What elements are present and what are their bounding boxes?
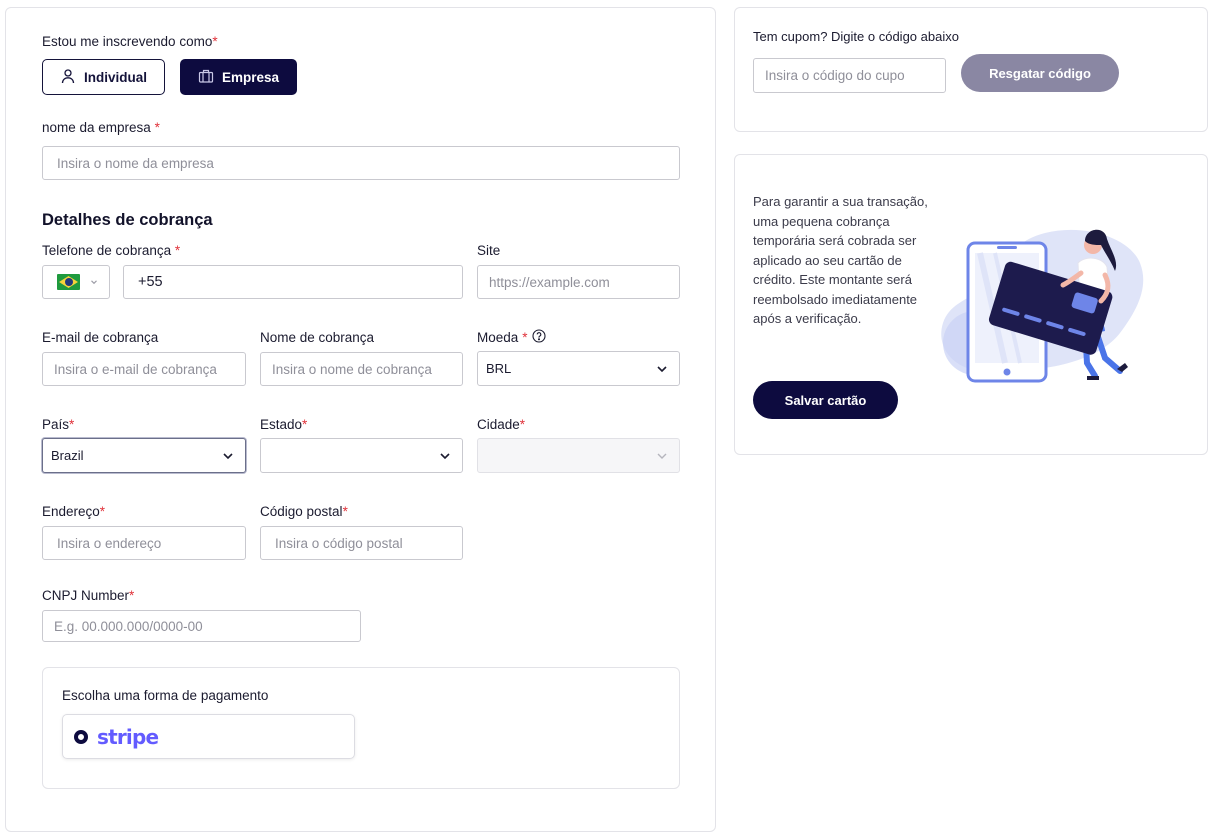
country-code-select[interactable] [42,265,110,299]
billing-details-title: Detalhes de cobrança [42,211,213,229]
chevron-down-icon [655,449,669,463]
stripe-logo: stripe [97,724,159,749]
address-input[interactable] [42,526,246,560]
country-select[interactable]: Brazil [42,438,246,473]
billing-email-input[interactable] [42,352,246,386]
redeem-code-button[interactable]: Resgatar código [961,54,1119,92]
credit-card-illustration [935,223,1150,383]
coupon-panel: Tem cupom? Digite o código abaixo Resgat… [734,7,1208,132]
payment-method-box: Escolha uma forma de pagamento stripe [42,667,680,789]
help-circle-icon[interactable] [531,329,546,346]
chevron-down-icon [655,362,669,376]
radio-selected-icon[interactable] [74,729,88,744]
individual-button[interactable]: Individual [42,59,165,95]
currency-select[interactable]: BRL [477,351,680,386]
cnpj-label: CNPJ Number* [42,588,135,603]
user-icon [60,68,76,87]
coupon-input[interactable] [753,58,946,93]
state-label: Estado* [260,417,308,432]
city-select[interactable] [477,438,680,473]
state-select[interactable] [260,438,463,473]
currency-label: Moeda * [477,329,546,346]
postal-code-label: Código postal* [260,504,348,519]
signup-type-label: Estou me inscrevendo como* [42,34,218,49]
company-name-input[interactable] [42,146,680,180]
chevron-down-icon [90,273,98,291]
billing-form-panel: Estou me inscrevendo como* Individual Em… [5,7,716,832]
country-label: País* [42,417,75,432]
postal-code-input[interactable] [260,526,463,560]
briefcase-icon [198,68,214,87]
chevron-down-icon [221,449,235,463]
card-info-text: Para garantir a sua transação, uma peque… [753,194,928,326]
brazil-flag-icon [57,274,80,290]
chevron-down-icon [438,449,452,463]
billing-name-input[interactable] [260,352,463,386]
cnpj-input[interactable] [42,610,361,642]
billing-phone-input[interactable] [123,265,463,299]
billing-email-label: E-mail de cobrança [42,330,159,345]
billing-phone-label: Telefone de cobrança * [42,243,181,258]
payment-method-label: Escolha uma forma de pagamento [62,688,269,703]
company-name-label: nome da empresa * [42,120,160,135]
site-label: Site [477,243,501,258]
site-input[interactable] [477,265,680,299]
stripe-payment-option[interactable]: stripe [62,714,355,759]
city-label: Cidade* [477,417,526,432]
address-label: Endereço* [42,504,106,519]
save-card-panel: Para garantir a sua transação, uma peque… [734,154,1208,455]
empresa-button[interactable]: Empresa [180,59,297,95]
coupon-label: Tem cupom? Digite o código abaixo [753,29,959,44]
save-card-button[interactable]: Salvar cartão [753,381,898,419]
billing-name-label: Nome de cobrança [260,330,375,345]
